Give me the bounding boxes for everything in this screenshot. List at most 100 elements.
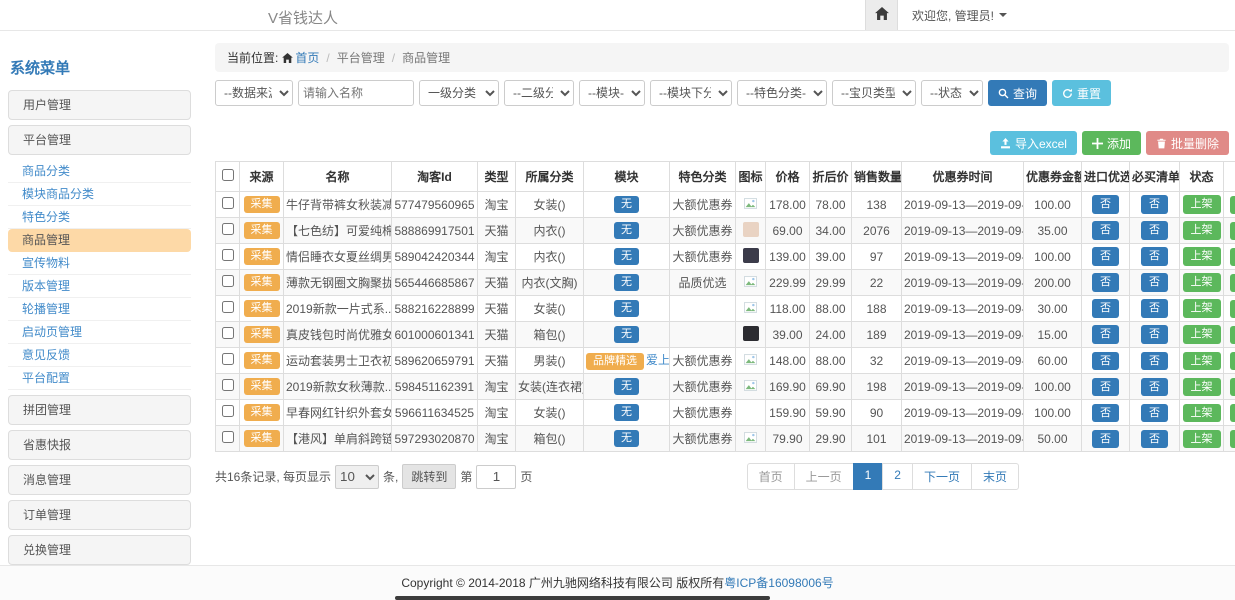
level2-category-select[interactable]: --二级分类-- [504, 80, 574, 106]
item-type-select[interactable]: --宝贝类型-- [832, 80, 916, 106]
import-choice-toggle[interactable]: 否 [1092, 352, 1119, 370]
data-source-select[interactable]: --数据来源-- [215, 80, 293, 106]
search-button[interactable]: 查询 [988, 80, 1047, 106]
import-choice-toggle[interactable]: 否 [1092, 299, 1119, 317]
must-buy-toggle[interactable]: 否 [1141, 378, 1168, 396]
sidebar-item[interactable]: 商品管理 [8, 229, 191, 252]
must-buy-toggle[interactable]: 否 [1141, 195, 1168, 213]
row-checkbox[interactable] [222, 249, 234, 261]
sidebar-item[interactable]: 特色分类 [8, 206, 191, 229]
select-all-checkbox[interactable] [222, 169, 234, 181]
row-checkbox[interactable] [222, 353, 234, 365]
status-toggle[interactable]: 上架 [1183, 325, 1221, 343]
sidebar-item[interactable]: 平台配置 [8, 367, 191, 390]
must-buy-toggle[interactable]: 否 [1141, 221, 1168, 239]
import-choice-toggle[interactable]: 否 [1092, 404, 1119, 422]
page-last[interactable]: 末页 [971, 463, 1019, 490]
sidebar-item[interactable]: 轮播管理 [8, 298, 191, 321]
status-toggle[interactable]: 上架 [1183, 221, 1221, 239]
must-buy-toggle[interactable]: 否 [1141, 352, 1168, 370]
import-choice-toggle[interactable]: 否 [1092, 378, 1119, 396]
import-choice-toggle[interactable]: 否 [1092, 430, 1119, 448]
add-button[interactable]: 添加 [1082, 131, 1141, 155]
sidebar-group[interactable]: 省惠快报 [8, 430, 191, 460]
sidebar-item[interactable]: 商品分类 [8, 160, 191, 183]
edit-button[interactable] [1230, 378, 1235, 396]
row-checkbox[interactable] [222, 301, 234, 313]
sidebar-group[interactable]: 用户管理 [8, 90, 191, 120]
status-toggle[interactable]: 上架 [1183, 378, 1221, 396]
status-toggle[interactable]: 上架 [1183, 352, 1221, 370]
sidebar-group[interactable]: 拼团管理 [8, 395, 191, 425]
jump-button[interactable]: 跳转到 [402, 464, 456, 489]
module-cell: 无 [584, 192, 670, 218]
edit-button[interactable] [1230, 248, 1235, 266]
page-2[interactable]: 2 [882, 463, 913, 490]
row-checkbox[interactable] [222, 223, 234, 235]
sidebar-item[interactable]: 版本管理 [8, 275, 191, 298]
import-choice-toggle[interactable]: 否 [1092, 325, 1119, 343]
module-badge: 无 [614, 326, 639, 343]
sidebar-item[interactable]: 宣传物料 [8, 252, 191, 275]
must-buy-toggle[interactable]: 否 [1141, 325, 1168, 343]
sidebar-item[interactable]: 模块商品分类 [8, 183, 191, 206]
page-number-input[interactable] [476, 465, 516, 489]
per-page-select[interactable]: 10 [335, 465, 379, 489]
import-excel-button[interactable]: 导入excel [990, 131, 1077, 155]
sidebar-group[interactable]: 兑换管理 [8, 535, 191, 565]
page-prev[interactable]: 上一页 [794, 463, 854, 490]
edit-button[interactable] [1230, 352, 1235, 370]
row-checkbox[interactable] [222, 197, 234, 209]
edit-button[interactable] [1230, 300, 1235, 318]
breadcrumb-home-link[interactable]: 首页 [282, 49, 319, 66]
module-extra-text: 爱上运动 [646, 353, 670, 367]
feature-category-select[interactable]: --特色分类-- [737, 80, 827, 106]
level1-category-select[interactable]: 一级分类 [419, 80, 499, 106]
icp-link[interactable]: 粤ICP备16098006号 [724, 576, 833, 590]
page-first[interactable]: 首页 [747, 463, 795, 490]
sidebar-item[interactable]: 启动页管理 [8, 321, 191, 344]
row-checkbox[interactable] [222, 327, 234, 339]
status-toggle[interactable]: 上架 [1183, 299, 1221, 317]
must-buy-toggle[interactable]: 否 [1141, 273, 1168, 291]
status-select[interactable]: --状态-- [921, 80, 983, 106]
must-buy-toggle[interactable]: 否 [1141, 247, 1168, 265]
edit-button[interactable] [1230, 196, 1235, 214]
import-choice-toggle[interactable]: 否 [1092, 273, 1119, 291]
status-toggle[interactable]: 上架 [1183, 195, 1221, 213]
row-checkbox[interactable] [222, 431, 234, 443]
sidebar-item[interactable]: 意见反馈 [8, 344, 191, 367]
user-menu[interactable]: 欢迎您, 管理员! [912, 7, 1007, 24]
row-checkbox[interactable] [222, 275, 234, 287]
status-toggle[interactable]: 上架 [1183, 430, 1221, 448]
import-choice-toggle[interactable]: 否 [1092, 195, 1119, 213]
row-checkbox[interactable] [222, 405, 234, 417]
name-search-input[interactable] [298, 80, 414, 106]
must-buy-toggle[interactable]: 否 [1141, 299, 1168, 317]
sidebar-group[interactable]: 订单管理 [8, 500, 191, 530]
must-buy-toggle[interactable]: 否 [1141, 430, 1168, 448]
status-toggle[interactable]: 上架 [1183, 273, 1221, 291]
batch-delete-button[interactable]: 批量删除 [1146, 131, 1229, 155]
edit-button[interactable] [1230, 404, 1235, 422]
edit-button[interactable] [1230, 430, 1235, 448]
page-1[interactable]: 1 [853, 463, 884, 490]
import-choice-toggle[interactable]: 否 [1092, 247, 1119, 265]
module-select[interactable]: --模块-- [579, 80, 645, 106]
sidebar-group[interactable]: 平台管理 [8, 125, 191, 155]
edit-button[interactable] [1230, 222, 1235, 240]
import-choice-toggle[interactable]: 否 [1092, 221, 1119, 239]
status-toggle[interactable]: 上架 [1183, 247, 1221, 265]
module-badge: 无 [614, 248, 639, 265]
home-button[interactable] [865, 0, 898, 30]
row-checkbox[interactable] [222, 379, 234, 391]
status-toggle[interactable]: 上架 [1183, 404, 1221, 422]
must-buy-toggle[interactable]: 否 [1141, 404, 1168, 422]
horizontal-scrollbar-thumb[interactable] [395, 596, 770, 600]
sidebar-group[interactable]: 消息管理 [8, 465, 191, 495]
reset-button[interactable]: 重置 [1052, 80, 1111, 106]
module-subcategory-select[interactable]: --模块下分类-- [650, 80, 732, 106]
edit-button[interactable] [1230, 274, 1235, 292]
edit-button[interactable] [1230, 326, 1235, 344]
page-next[interactable]: 下一页 [912, 463, 972, 490]
